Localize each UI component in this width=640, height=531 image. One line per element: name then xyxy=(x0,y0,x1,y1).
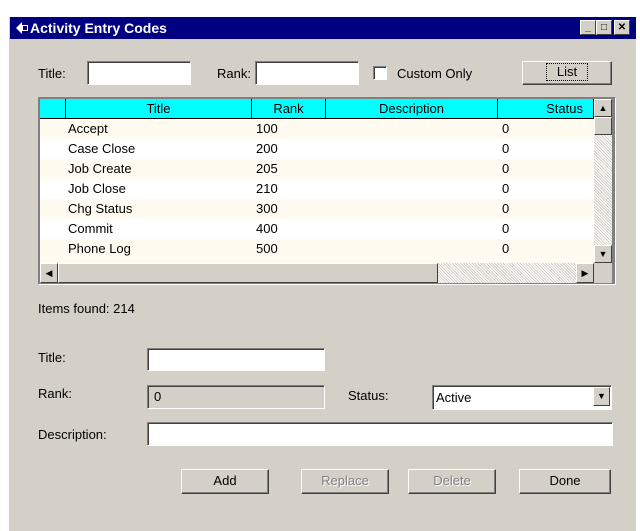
cell-rank: 300 xyxy=(256,201,278,216)
column-header-status[interactable]: Status xyxy=(498,99,594,119)
done-button-label: Done xyxy=(549,473,581,488)
cell-status: 0 xyxy=(502,241,510,256)
status-select-value: Active xyxy=(436,390,472,405)
window-title: Activity Entry Codes xyxy=(30,20,167,36)
scroll-down-icon: ▼ xyxy=(598,249,608,259)
app-icon xyxy=(14,20,30,36)
minimize-button[interactable]: _ xyxy=(580,20,596,35)
grid-rows: Accept 100 0 Case Close 200 0 Job Create 205 0 Jo… xyxy=(40,119,594,263)
cell-title: Phone Log xyxy=(68,241,131,256)
items-found-text: Items found: 214 xyxy=(38,301,135,316)
status-dropdown-button[interactable]: ▼ xyxy=(593,387,610,406)
cell-title: Accept xyxy=(68,121,108,136)
detail-title-input[interactable] xyxy=(147,348,325,371)
cell-status: 0 xyxy=(502,141,510,156)
horizontal-scroll-thumb[interactable] xyxy=(58,263,438,283)
scroll-right-button[interactable]: ▶ xyxy=(576,263,594,283)
close-button[interactable]: ✕ xyxy=(614,20,630,35)
scroll-right-icon: ▶ xyxy=(581,268,589,278)
filter-rank-input[interactable] xyxy=(255,61,359,85)
grid-corner xyxy=(40,99,66,119)
maximize-button[interactable]: □ xyxy=(596,20,612,35)
description-input[interactable] xyxy=(147,422,613,446)
filter-rank-label: Rank: xyxy=(217,66,251,81)
detail-rank-value: 0 xyxy=(154,389,162,404)
table-row[interactable]: Case Close 200 0 xyxy=(40,139,594,159)
filter-title-input[interactable] xyxy=(87,61,191,85)
delete-button[interactable]: Delete xyxy=(408,469,496,494)
cell-rank: 205 xyxy=(256,161,278,176)
table-row[interactable]: Accept 100 0 xyxy=(40,119,594,139)
cell-status: 0 xyxy=(502,181,510,196)
close-icon: ✕ xyxy=(617,22,627,33)
custom-only-label: Custom Only xyxy=(397,66,473,81)
add-button[interactable]: Add xyxy=(181,469,269,494)
cell-status: 0 xyxy=(502,121,510,136)
table-row[interactable]: Chg Status 300 0 xyxy=(40,199,594,219)
cell-rank: 210 xyxy=(256,181,278,196)
cell-rank: 100 xyxy=(256,121,278,136)
maximize-icon: □ xyxy=(600,22,608,33)
column-header-description[interactable]: Description xyxy=(326,99,498,119)
table-row[interactable]: Job Close 210 0 xyxy=(40,179,594,199)
table-row[interactable]: Job Create 205 0 xyxy=(40,159,594,179)
scroll-down-button[interactable]: ▼ xyxy=(594,245,612,263)
detail-rank-field: 0 xyxy=(147,385,325,409)
filter-title-label: Title: xyxy=(38,66,66,81)
scroll-left-icon: ◀ xyxy=(45,268,53,278)
cell-status: 0 xyxy=(502,221,510,236)
replace-button[interactable]: Replace xyxy=(301,469,389,494)
cell-title: Job Create xyxy=(68,161,132,176)
list-button[interactable]: List xyxy=(522,61,612,85)
cell-title: Commit xyxy=(68,221,113,236)
scroll-left-button[interactable]: ◀ xyxy=(40,263,58,283)
table-row[interactable]: Phone Log 500 0 xyxy=(40,239,594,259)
cell-rank: 400 xyxy=(256,221,278,236)
title-bar[interactable]: Activity Entry Codes _ □ ✕ xyxy=(10,17,636,39)
cell-status: 0 xyxy=(502,201,510,216)
cell-title: Job Close xyxy=(68,181,126,196)
detail-rank-label: Rank: xyxy=(38,386,72,401)
cell-rank: 500 xyxy=(256,241,278,256)
minimize-icon: _ xyxy=(585,22,591,33)
column-header-rank[interactable]: Rank xyxy=(252,99,326,119)
scroll-corner xyxy=(594,263,612,283)
vertical-scroll-thumb[interactable] xyxy=(594,117,612,135)
description-label: Description: xyxy=(38,427,107,442)
cell-status: 0 xyxy=(502,161,510,176)
custom-only-checkbox[interactable] xyxy=(373,66,387,80)
status-label: Status: xyxy=(348,388,389,403)
cell-rank: 200 xyxy=(256,141,278,156)
dropdown-arrow-icon: ▼ xyxy=(597,391,606,401)
detail-title-label: Title: xyxy=(38,350,66,365)
cell-title: Case Close xyxy=(68,141,136,156)
cell-title: Chg Status xyxy=(68,201,133,216)
scroll-up-button[interactable]: ▲ xyxy=(594,99,612,117)
table-row[interactable]: Commit 400 0 xyxy=(40,219,594,239)
status-select[interactable]: Active ▼ xyxy=(432,385,612,410)
column-header-title[interactable]: Title xyxy=(66,99,252,119)
scroll-up-icon: ▲ xyxy=(598,103,608,113)
done-button[interactable]: Done xyxy=(519,469,611,494)
